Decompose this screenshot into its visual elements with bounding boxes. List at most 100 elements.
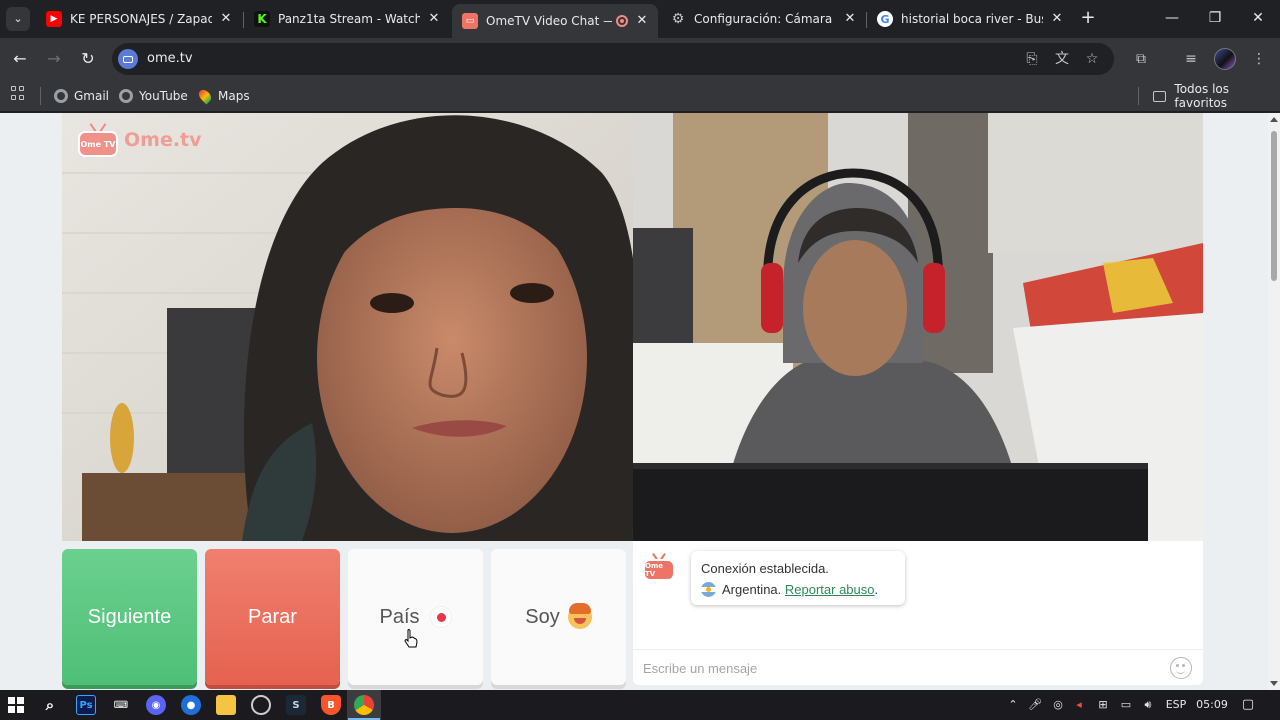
windows-start-icon[interactable] [6,695,26,715]
self-video-frame [633,113,1203,541]
bookmark-maps[interactable]: Maps [196,86,250,106]
bookmark-label: Gmail [74,89,110,103]
browser-toolbar: ← → ↻ ome.tv ⎘ 文 ☆ ⧉ ≡ ⋮ [0,38,1280,80]
country-filter-button[interactable]: País [348,549,483,685]
tray-app-icon[interactable]: ◂ [1072,697,1086,713]
address-bar[interactable]: ome.tv ⎘ 文 ☆ [112,43,1114,75]
all-bookmarks-folder[interactable]: Todos los favoritos [1153,82,1280,110]
network-icon[interactable]: ▭ [1118,697,1134,713]
chat-input-bar [633,649,1203,685]
steam-tray-icon[interactable]: ◎ [1050,697,1066,713]
kick-icon: K [254,11,270,27]
file-explorer-icon[interactable] [216,695,236,715]
globe-icon [119,89,133,103]
url-text: ome.tv [147,51,193,66]
discord-icon[interactable]: ◉ [146,695,166,715]
profile-avatar[interactable] [1214,48,1236,70]
microphone-icon[interactable]: 🎤︎ [1028,697,1042,713]
bookmark-label: Maps [218,89,250,103]
hand-cursor-icon [404,629,418,648]
volume-icon[interactable]: 🔊︎ [1140,697,1156,713]
ometv-logo[interactable]: Ome TV Ome.tv [78,123,202,157]
remote-video-frame [62,113,633,541]
tab-title: KE PERSONAJES / Zapada EN [70,12,212,26]
remote-video: Ome TV Ome.tv [62,113,633,541]
chrome-icon[interactable] [348,695,380,720]
close-icon[interactable]: ✕ [634,13,650,29]
bookmark-separator [40,87,41,105]
globe-icon [54,89,68,103]
notification-icon[interactable]: ▢ [1238,697,1258,713]
steam-icon[interactable]: S [286,695,306,715]
obs-icon[interactable] [251,695,271,715]
report-suffix: . [874,582,879,597]
tab-google[interactable]: G historial boca river - Buscar ✕ [867,4,1073,34]
next-button[interactable]: Siguiente [62,549,197,685]
gear-icon: ⚙ [671,11,685,27]
bookmark-star-icon[interactable]: ☆ [1082,49,1102,69]
bookmark-youtube[interactable]: YouTube [119,86,188,106]
report-abuse-link[interactable]: Reportar abuso [785,582,875,597]
brave-icon[interactable]: B [321,695,341,715]
boy-face-icon [567,603,592,629]
bookmarks-bar: Gmail YouTube Maps Todos los favoritos [0,80,1280,112]
minimize-button[interactable]: — [1156,6,1188,30]
photoshop-icon[interactable]: Ps [76,695,96,715]
recording-icon [616,15,628,27]
next-button-label: Siguiente [87,605,172,628]
google-icon: G [877,11,893,27]
clock[interactable]: 05:09 [1196,697,1228,713]
new-tab-button[interactable]: + [1078,8,1098,28]
reload-button[interactable]: ↻ [76,47,100,71]
translate-icon[interactable]: 文 [1052,49,1072,69]
tab-settings[interactable]: ⚙ Configuración: Cámara ✕ [660,4,866,34]
windows-taskbar: ⌕ Ps ⌨ ◉ ● S B ⌃ 🎤︎ ◎ ◂ ⊞ ▭ 🔊︎ ESP 05:09… [0,690,1280,720]
install-app-icon[interactable]: ⎘ [1022,49,1042,69]
tv-icon-label: Ome TV [78,131,118,157]
tab-strip: ⌄ ▶ KE PERSONAJES / Zapada EN ✕ K Panz1t… [0,0,1280,38]
tab-youtube[interactable]: ▶ KE PERSONAJES / Zapada EN ✕ [36,4,242,34]
search-icon[interactable]: ⌕ [40,695,60,715]
tab-search-button[interactable]: ⌄ [6,7,30,31]
tab-ometv[interactable]: ▭ OmeTV Video Chat — O ✕ [452,4,658,38]
partner-country: Argentina. [722,582,782,597]
close-icon[interactable]: ✕ [426,11,442,27]
gender-button[interactable]: Soy [491,549,626,685]
logo-text: Ome.tv [124,129,202,151]
close-window-button[interactable]: ✕ [1242,6,1274,30]
tray-overflow-icon[interactable]: ⌃ [1006,697,1020,713]
stop-button-label: Parar [248,605,297,628]
close-icon[interactable]: ✕ [218,11,234,27]
gender-button-label: Soy [525,605,560,628]
connection-status: Conexión establecida. [701,561,829,576]
forward-button[interactable]: → [42,47,66,71]
tray-windows-icon[interactable]: ⊞ [1096,697,1110,713]
keyboard-icon[interactable]: ⌨ [111,695,131,715]
emoji-icon[interactable] [1170,657,1192,679]
argentina-flag-icon [701,582,716,597]
scroll-thumb[interactable] [1271,131,1277,281]
site-info-icon[interactable] [118,49,138,69]
message-input[interactable] [643,659,1143,677]
page-scrollbar[interactable] [1268,113,1280,690]
restore-button[interactable]: ❐ [1199,6,1231,30]
scroll-down-icon[interactable] [1270,681,1278,686]
close-icon[interactable]: ✕ [842,11,858,27]
bookmark-gmail[interactable]: Gmail [54,86,109,106]
tv-icon: Ome TV [78,123,118,157]
close-icon[interactable]: ✕ [1049,11,1065,27]
menu-kebab-icon[interactable]: ⋮ [1248,48,1270,70]
tab-title: OmeTV Video Chat — O [486,14,612,28]
tab-kick[interactable]: K Panz1ta Stream - Watch Live ✕ [244,4,450,34]
stop-button[interactable]: Parar [205,549,340,685]
apps-grid-icon[interactable] [11,86,25,100]
app-icon[interactable]: ● [181,695,201,715]
media-controls-icon[interactable]: ≡ [1180,48,1202,70]
self-video [633,113,1203,541]
language-indicator[interactable]: ESP [1163,697,1189,713]
back-button[interactable]: ← [8,47,32,71]
scroll-up-icon[interactable] [1270,117,1278,122]
extensions-icon[interactable]: ⧉ [1130,48,1152,70]
ometv-chat-avatar: Ome TV [643,553,675,581]
ometv-icon: ▭ [462,13,478,29]
